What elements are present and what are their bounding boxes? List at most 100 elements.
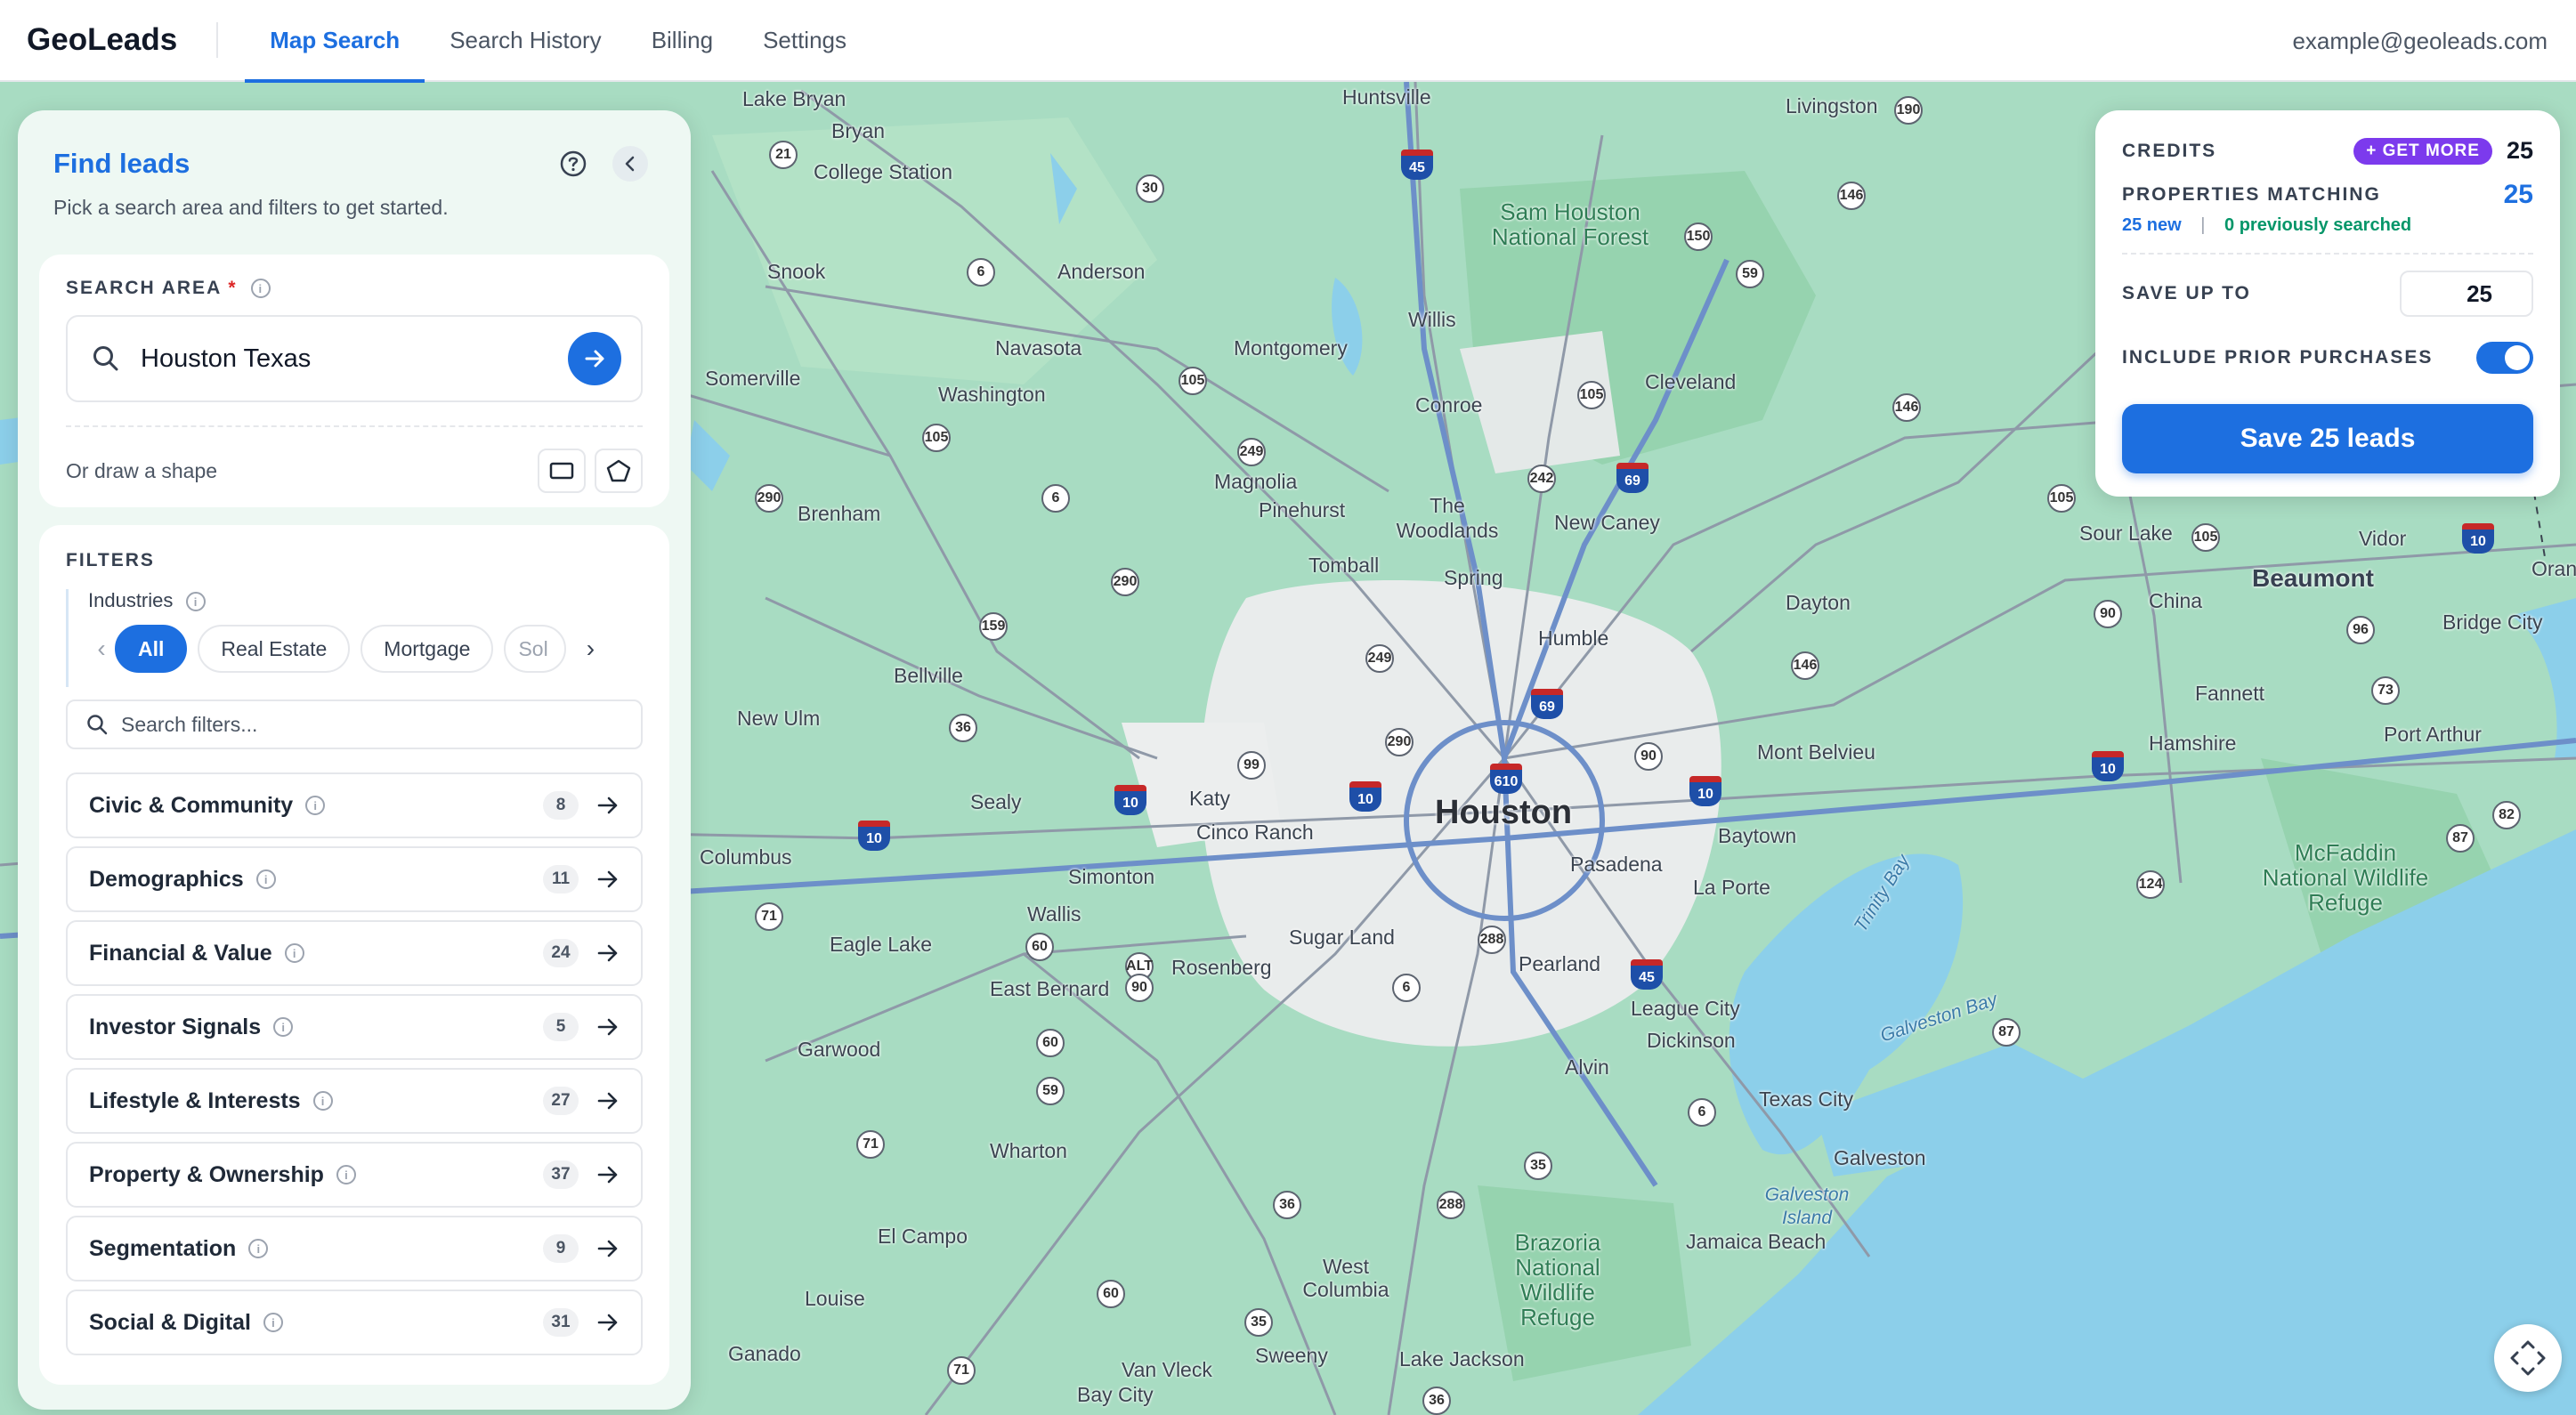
map-label: Sour Lake [2079,522,2173,545]
chip-solar[interactable]: Sol [504,625,567,673]
map-label-park: Sam Houston National Forest [1491,198,1649,250]
map-label: Humble [1538,627,1609,650]
filter-category-social-digital[interactable]: Social & Digital i 31 [66,1290,643,1355]
info-icon[interactable]: i [284,943,304,963]
industries-label: Industries i [88,589,643,612]
brand-logo[interactable]: GeoLeads [0,22,219,58]
route-shield: 82 [2492,801,2521,829]
route-shield: 146 [1837,182,1866,210]
filters-label: FILTERS [66,550,155,570]
route-shield: 35 [1524,1152,1552,1180]
filter-category-name: Property & Ownership [89,1161,324,1187]
map-label: Sealy [970,790,1022,813]
info-icon[interactable]: i [251,279,271,299]
tab-search-history[interactable]: Search History [425,0,627,81]
filter-search-input[interactable]: Search filters... [66,699,643,749]
route-shield: 249 [1237,438,1266,466]
interstate-shield: 69 [1616,463,1648,493]
expand-icon [2510,1340,2546,1376]
map-label: Conroe [1415,393,1483,416]
filter-count-badge: 24 [543,939,579,967]
search-area-input[interactable]: Houston Texas [66,315,643,402]
info-icon[interactable]: i [255,869,276,889]
route-shield: 99 [1237,751,1266,780]
filter-count-badge: 31 [543,1308,579,1337]
divider [2122,253,2533,255]
chip-real-estate[interactable]: Real Estate [198,625,351,673]
map-label: Mont Belvieu [1757,740,1875,764]
interstate-shield: 10 [1349,781,1381,812]
route-shield: 59 [1736,260,1764,288]
info-icon[interactable]: i [305,796,326,815]
tab-billing[interactable]: Billing [627,0,738,81]
chip-all[interactable]: All [115,625,188,673]
map-label: Pasadena [1570,853,1663,876]
map-label: Pearland [1519,952,1601,975]
map-label: Bay City [1077,1383,1154,1406]
draw-rectangle-button[interactable] [538,449,586,493]
tab-map-search[interactable]: Map Search [245,0,425,83]
chip-mortgage[interactable]: Mortgage [360,625,494,673]
interstate-shield: 10 [2092,751,2124,781]
search-area-label: SEARCH AREA * i [66,278,271,299]
filter-category-civic-community[interactable]: Civic & Community i 8 [66,772,643,838]
route-shield: 60 [1025,933,1054,961]
industries-section: Industries i ‹ All Real Estate Mortgage … [66,589,643,687]
info-icon[interactable]: i [185,592,206,612]
chevron-right-icon[interactable]: › [577,635,603,663]
filter-category-lifestyle-interests[interactable]: Lifestyle & Interests i 27 [66,1068,643,1134]
map-label: Livingston [1786,94,1878,117]
filter-count-badge: 11 [543,865,579,893]
interstate-shield: 10 [858,821,890,851]
map-label: Bryan [831,119,886,142]
route-shield: 249 [1365,644,1394,673]
include-prior-label: INCLUDE PRIOR PURCHASES [2122,347,2434,368]
search-area-value[interactable]: Houston Texas [141,344,568,374]
save-up-to-input[interactable]: 25 [2400,271,2533,317]
search-go-button[interactable] [568,332,621,385]
get-more-credits-button[interactable]: + GET MORE [2353,137,2492,165]
tab-settings[interactable]: Settings [738,0,871,81]
info-icon[interactable]: i [312,1091,333,1111]
map-label: Rosenberg [1171,956,1272,979]
chevron-left-icon[interactable]: ‹ [88,635,115,663]
route-shield: 288 [1478,926,1506,954]
collapse-panel-button[interactable] [612,146,648,182]
search-area-card: SEARCH AREA * i Houston Texas Or draw a … [39,255,669,507]
fullscreen-button[interactable] [2494,1324,2562,1392]
save-leads-button[interactable]: Save 25 leads [2122,404,2533,473]
filter-category-investor-signals[interactable]: Investor Signals i 5 [66,994,643,1060]
filter-category-segmentation[interactable]: Segmentation i 9 [66,1216,643,1282]
interstate-shield: 10 [1689,776,1721,806]
arrow-right-icon [597,944,618,962]
map-label: La Porte [1693,876,1770,899]
route-shield: 290 [755,484,783,513]
map-label: Ganado [728,1342,801,1365]
info-icon[interactable]: i [336,1165,356,1185]
filter-category-property-ownership[interactable]: Property & Ownership i 37 [66,1142,643,1208]
help-button[interactable] [555,146,591,182]
divider: | [2200,215,2206,235]
route-shield: 6 [1688,1098,1716,1127]
filter-category-demographics[interactable]: Demographics i 11 [66,846,643,912]
map-label: Spring [1444,566,1503,589]
interstate-shield: 45 [1401,150,1433,180]
search-icon [93,346,118,371]
route-shield: 60 [1097,1280,1125,1308]
route-shield: 105 [1179,367,1207,395]
info-icon[interactable]: i [263,1313,283,1332]
map-label: Dayton [1786,591,1851,614]
search-icon [87,715,108,735]
arrow-right-icon [597,870,618,888]
include-prior-toggle[interactable] [2476,342,2533,374]
info-icon[interactable]: i [248,1239,269,1258]
filter-category-financial-value[interactable]: Financial & Value i 24 [66,920,643,986]
map-label: China [2149,589,2203,612]
draw-polygon-button[interactable] [595,449,643,493]
info-icon[interactable]: i [273,1017,294,1037]
filter-search-placeholder: Search filters... [121,712,258,736]
filters-card: FILTERS Industries i ‹ All Real Estate M… [39,525,669,1385]
map-label: Brenham [798,502,881,525]
user-email[interactable]: example@geoleads.com [2292,0,2548,82]
map-label: El Campo [878,1225,968,1248]
